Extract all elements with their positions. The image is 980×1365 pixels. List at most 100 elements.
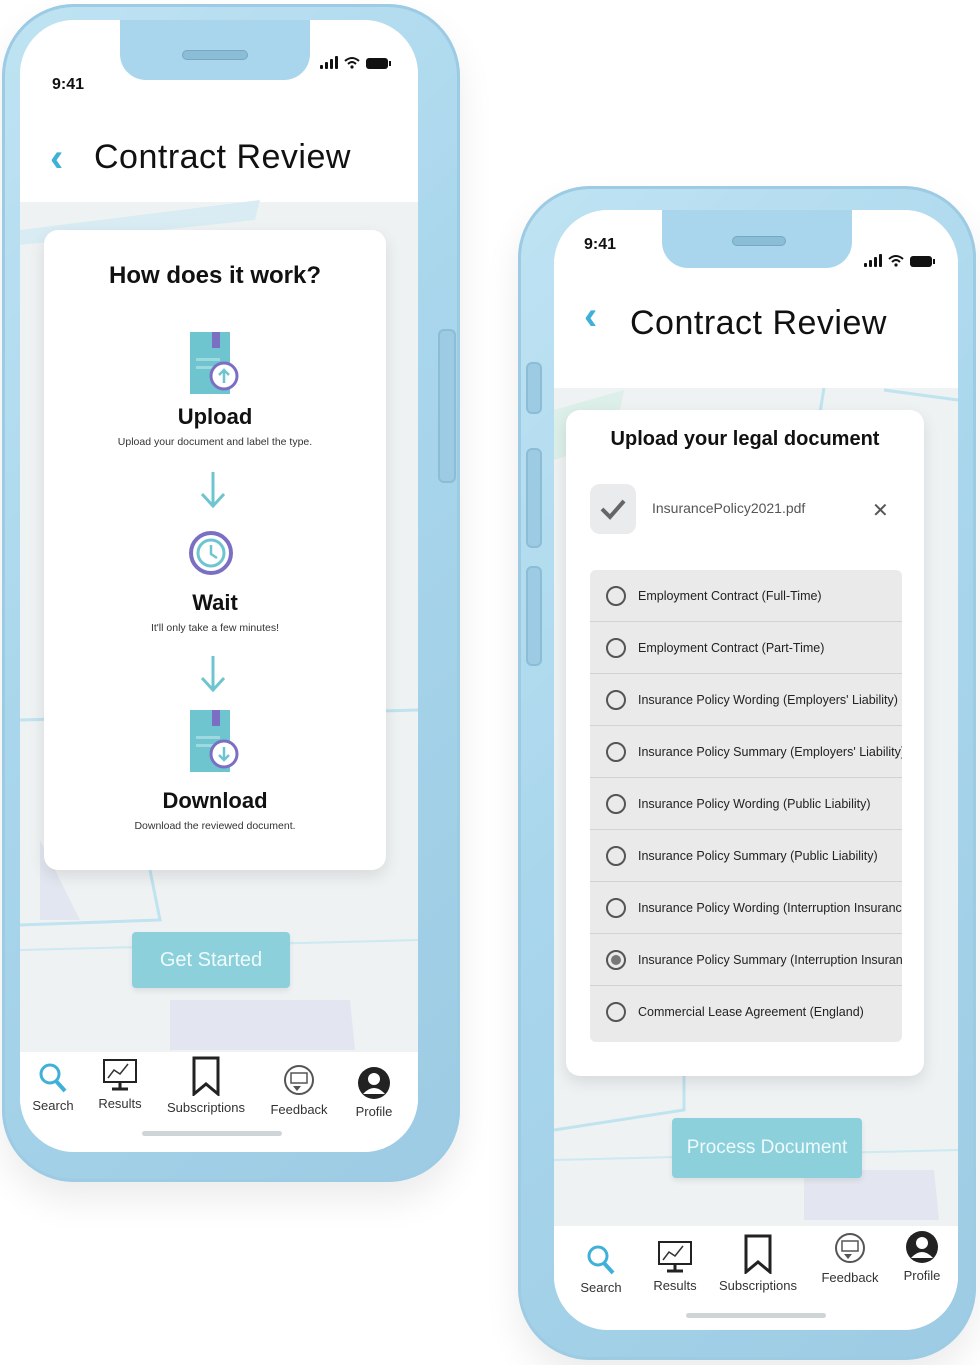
tab-profile[interactable]: Profile [894,1230,950,1283]
page-title: Contract Review [94,138,351,176]
tab-subscriptions[interactable]: Subscriptions [710,1234,806,1293]
screen: 9:41 ‹ Contract Review Upload your legal… [554,210,958,1330]
tab-label: Feedback [821,1270,879,1285]
tab-feedback[interactable]: Feedback [266,1064,332,1117]
side-button [526,566,542,666]
arrow-down-icon [200,472,226,509]
profile-icon [906,1231,938,1263]
monitor-chart-icon [103,1059,137,1091]
document-type-option[interactable]: Employment Contract (Full-Time) [590,570,902,622]
radio-button[interactable] [606,585,626,606]
card-heading: Upload your legal document [610,428,880,450]
battery-icon [910,256,935,267]
file-status-checkbox [590,484,636,534]
tab-label: Subscriptions [718,1278,798,1293]
document-type-option[interactable]: Insurance Policy Wording (Employers' Lia… [590,674,902,726]
option-label: Employment Contract (Full-Time) [638,588,822,603]
option-label: Insurance Policy Summary (Public Liabili… [638,848,878,863]
wifi-icon [888,255,904,267]
upload-card: Upload your legal document InsurancePoli… [566,410,924,1076]
option-label: Insurance Policy Wording (Interruption I… [638,900,902,915]
radio-button-selected[interactable] [606,949,626,970]
radio-button[interactable] [606,897,626,918]
document-type-option[interactable]: Insurance Policy Summary (Employers' Lia… [590,726,902,778]
option-label: Employment Contract (Part-Time) [638,640,825,655]
tab-search[interactable]: Search [574,1244,628,1295]
tab-feedback[interactable]: Feedback [816,1232,884,1285]
card-heading: How does it work? [108,262,321,289]
tab-subscriptions[interactable]: Subscriptions [160,1056,252,1115]
status-time: 9:41 [584,236,617,253]
tab-results[interactable]: Results [92,1058,148,1111]
signal-icon [320,56,338,69]
left-phone: 9:41 ‹ Contract Review How does it work?… [2,4,460,1182]
feedback-icon [835,1233,865,1263]
radio-button[interactable] [606,1001,626,1022]
home-indicator [686,1313,826,1318]
upload-document-icon [190,332,239,394]
status-time: 9:41 [52,76,85,93]
battery-icon [366,58,391,69]
document-type-option[interactable]: Employment Contract (Part-Time) [590,622,902,674]
side-button [526,448,542,548]
notch [120,20,310,80]
option-label: Insurance Policy Wording (Employers' Lia… [638,692,898,707]
status-icons [864,254,935,267]
document-type-option[interactable]: Insurance Policy Summary (Public Liabili… [590,830,902,882]
document-type-option[interactable]: Insurance Policy Wording (Public Liabili… [590,778,902,830]
process-document-button[interactable]: Process Document [672,1118,862,1178]
search-icon [587,1245,615,1275]
get-started-button[interactable]: Get Started [132,932,290,988]
home-indicator [142,1131,282,1136]
step-desc-wait: It'll only take a few minutes! [150,622,280,634]
notch [662,210,852,268]
tab-label: Profile [355,1104,393,1119]
side-button [526,362,542,414]
file-name: InsurancePolicy2021.pdf [652,500,806,516]
side-button [438,329,456,483]
option-label: Insurance Policy Wording (Public Liabili… [638,796,871,811]
right-phone: 9:41 ‹ Contract Review Upload your legal… [518,186,976,1360]
speaker [182,50,248,60]
document-type-option[interactable]: Insurance Policy Wording (Interruption I… [590,882,902,934]
tab-bar: Search Results Subscriptions Feedback Pr… [20,1052,418,1152]
profile-icon [358,1067,390,1099]
bookmark-icon [744,1234,772,1274]
document-type-option[interactable]: Commercial Lease Agreement (England) [590,986,902,1037]
radio-button[interactable] [606,637,626,658]
speaker [732,236,786,246]
remove-file-button[interactable]: ✕ [872,498,889,523]
tab-search[interactable]: Search [28,1062,78,1113]
option-label: Insurance Policy Summary (Interruption I… [638,952,902,967]
arrow-down-icon [200,656,226,693]
how-it-works-card: How does it work? Upload Upload your doc… [44,230,386,870]
search-icon [39,1063,67,1093]
tab-label: Results [98,1096,142,1111]
bookmark-icon [192,1056,220,1096]
screen: 9:41 ‹ Contract Review How does it work?… [20,20,418,1152]
tab-results[interactable]: Results [646,1240,704,1293]
download-document-icon [190,710,239,772]
document-type-list: Employment Contract (Full-Time) Employme… [590,570,902,1042]
radio-button[interactable] [606,689,626,710]
radio-button[interactable] [606,793,626,814]
wifi-icon [344,57,360,69]
document-type-option-selected[interactable]: Insurance Policy Summary (Interruption I… [590,934,902,986]
option-label: Commercial Lease Agreement (England) [638,1004,864,1019]
tab-label: Subscriptions [166,1100,246,1115]
step-title-download: Download [162,788,268,813]
tab-label: Results [653,1278,697,1293]
monitor-chart-icon [658,1241,692,1273]
back-button[interactable]: ‹ [50,138,63,178]
page-title: Contract Review [630,304,887,342]
tab-bar: Search Results Subscriptions Feedback Pr… [554,1226,958,1330]
back-button[interactable]: ‹ [584,296,597,336]
step-desc-upload: Upload your document and label the type. [117,436,313,448]
radio-button[interactable] [606,845,626,866]
radio-button[interactable] [606,741,626,762]
tab-profile[interactable]: Profile [346,1066,402,1119]
option-label: Insurance Policy Summary (Employers' Lia… [638,744,902,759]
feedback-icon [284,1065,314,1095]
checkmark-icon [600,499,626,520]
step-title-wait: Wait [192,590,238,615]
